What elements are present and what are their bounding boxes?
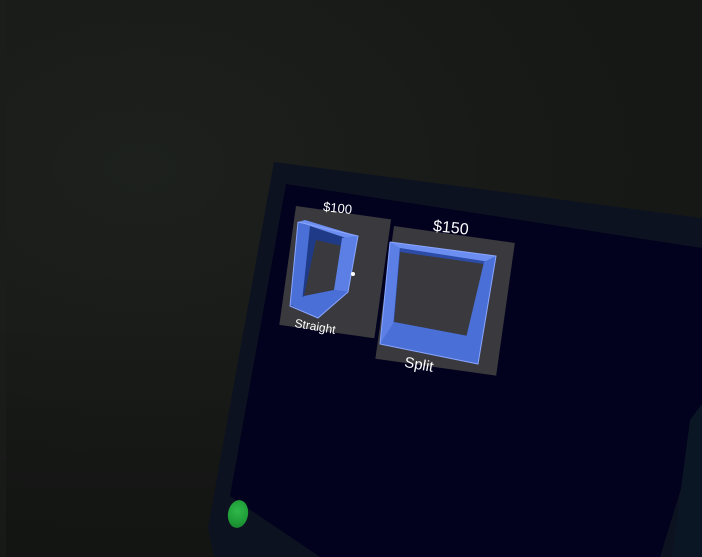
split-wall-frame-icon[interactable] <box>379 241 497 365</box>
item-models <box>289 220 497 365</box>
price-label-straight: $100 <box>322 199 353 217</box>
straight-wall-frame-icon[interactable] <box>289 220 359 319</box>
crosshair-cursor <box>351 272 355 276</box>
game-scene: $100 $150 Straight Split <box>0 0 702 557</box>
price-label-split: $150 <box>432 218 470 239</box>
